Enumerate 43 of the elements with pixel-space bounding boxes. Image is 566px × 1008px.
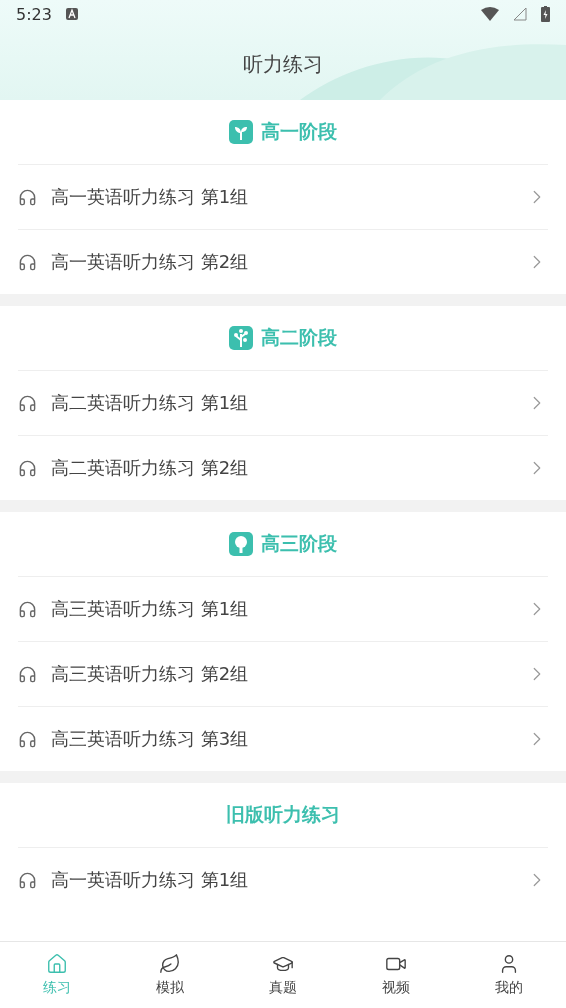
sprout-icon	[229, 120, 253, 144]
nav-tab[interactable]: 真题	[226, 942, 340, 1008]
status-time: 5:23	[16, 4, 52, 24]
section-title: 高二阶段	[261, 325, 337, 350]
battery-icon	[541, 6, 550, 22]
item-label: 高三英语听力练习 第2组	[51, 662, 250, 686]
wifi-icon	[481, 7, 499, 21]
list-item[interactable]: 高一英语听力练习 第2组	[18, 230, 548, 294]
tree-icon	[229, 532, 253, 556]
page-title: 听力练习	[243, 50, 323, 78]
item-label: 高一英语听力练习 第2组	[51, 250, 250, 274]
section-title: 高三阶段	[261, 531, 337, 556]
headphones-icon	[18, 252, 37, 272]
headphones-icon	[18, 393, 37, 413]
nav-tab[interactable]: 模拟	[113, 942, 227, 1008]
item-label: 高一英语听力练习 第1组	[51, 868, 250, 892]
item-label: 高二英语听力练习 第2组	[51, 456, 250, 480]
item-label: 高一英语听力练习 第1组	[51, 185, 250, 209]
nav-tab[interactable]: 我的	[452, 942, 566, 1008]
section-title: 旧版听力练习	[226, 802, 340, 827]
list-item[interactable]: 高三英语听力练习 第3组	[18, 707, 548, 771]
headphones-icon	[18, 187, 37, 207]
headphones-icon	[18, 870, 37, 890]
leaf-icon	[158, 953, 181, 975]
list-item[interactable]: 高一英语听力练习 第1组	[18, 848, 548, 912]
list-item[interactable]: 高二英语听力练习 第2组	[18, 436, 548, 500]
keyboard-icon	[65, 8, 78, 20]
list-item[interactable]: 高一英语听力练习 第1组	[18, 165, 548, 230]
headphones-icon	[18, 664, 37, 684]
item-label: 高二英语听力练习 第1组	[51, 391, 250, 415]
branch-icon	[229, 326, 253, 350]
nav-tab[interactable]: 视频	[339, 942, 453, 1008]
headphones-icon	[18, 729, 37, 749]
item-label: 高三英语听力练习 第3组	[51, 727, 250, 751]
list-item[interactable]: 高三英语听力练习 第2组	[18, 642, 548, 707]
list-item[interactable]: 高三英语听力练习 第1组	[18, 577, 548, 642]
section-title: 高一阶段	[261, 119, 337, 144]
headphones-icon	[18, 599, 37, 619]
signal-icon	[513, 7, 527, 21]
list-item[interactable]: 高二英语听力练习 第1组	[18, 371, 548, 436]
home-icon	[45, 953, 68, 975]
headphones-icon	[18, 458, 37, 478]
item-label: 高三英语听力练习 第1组	[51, 597, 250, 621]
